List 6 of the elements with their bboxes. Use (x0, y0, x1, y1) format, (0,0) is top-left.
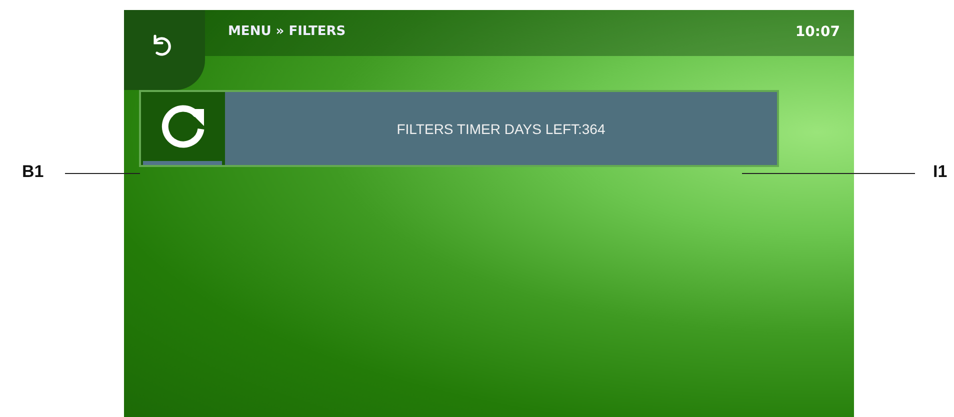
back-button[interactable] (124, 10, 205, 90)
clock-time: 10:07 (795, 24, 840, 40)
callout-label: I1 (933, 162, 948, 182)
filter-days-left-text: FILTERS TIMER DAYS LEFT:364 (396, 120, 606, 136)
breadcrumb: MENU » FILTERS (228, 24, 346, 39)
callout-label: B1 (22, 162, 44, 182)
